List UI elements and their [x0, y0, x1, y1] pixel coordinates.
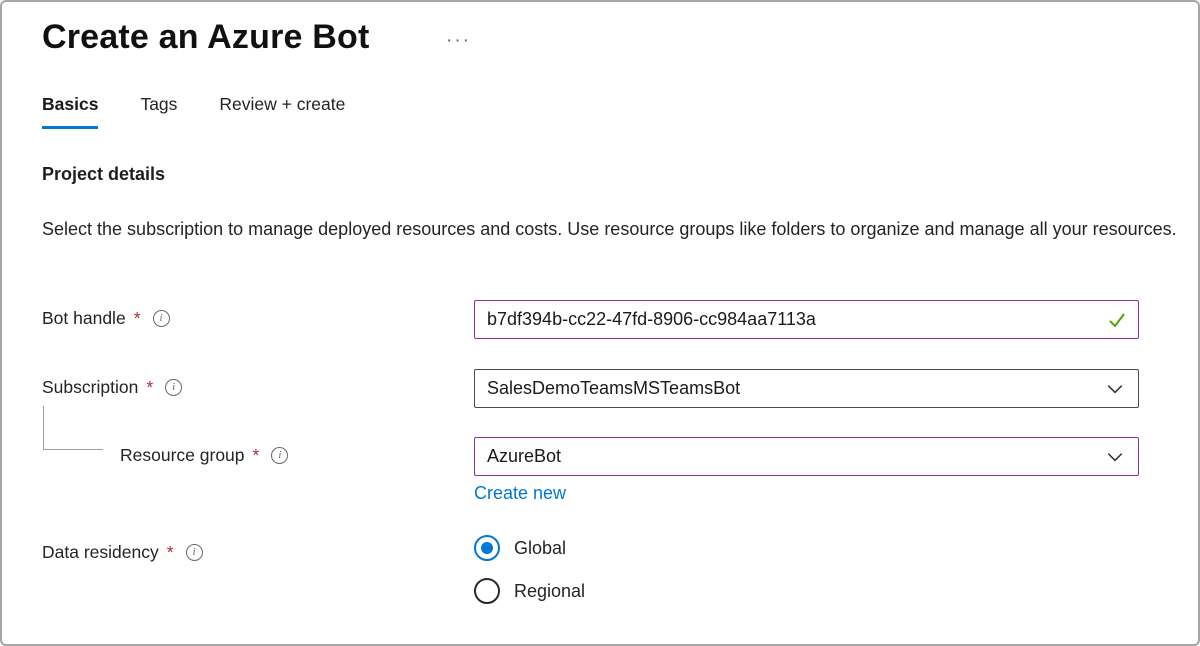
info-icon[interactable]: i — [271, 447, 288, 464]
tab-review-create[interactable]: Review + create — [219, 94, 345, 129]
section-heading-project-details: Project details — [42, 164, 165, 185]
resource-group-value: AzureBot — [487, 446, 561, 467]
info-icon[interactable]: i — [186, 544, 203, 561]
required-asterisk: * — [167, 542, 174, 563]
required-asterisk: * — [134, 308, 141, 329]
radio-regional-label: Regional — [514, 581, 585, 602]
chevron-down-icon — [1106, 448, 1124, 466]
create-new-link[interactable]: Create new — [474, 483, 566, 504]
info-icon[interactable]: i — [165, 379, 182, 396]
required-asterisk: * — [253, 445, 260, 466]
radio-unselected-icon — [474, 578, 500, 604]
page-title: Create an Azure Bot — [42, 18, 370, 57]
chevron-down-icon — [1106, 380, 1124, 398]
resource-group-dropdown[interactable]: AzureBot — [474, 437, 1139, 476]
info-icon[interactable]: i — [153, 310, 170, 327]
data-residency-label: Data residency * i — [42, 542, 203, 563]
project-details-description: Select the subscription to manage deploy… — [42, 214, 1177, 244]
tab-basics[interactable]: Basics — [42, 94, 98, 129]
data-residency-label-text: Data residency — [42, 542, 159, 563]
subscription-dropdown[interactable]: SalesDemoTeamsMSTeamsBot — [474, 369, 1139, 408]
resource-group-connector-line — [43, 406, 103, 450]
more-options-icon[interactable]: ··· — [446, 30, 471, 52]
tab-bar: Basics Tags Review + create — [42, 94, 345, 129]
subscription-label-text: Subscription — [42, 377, 138, 398]
create-azure-bot-page: Create an Azure Bot ··· Basics Tags Revi… — [0, 0, 1200, 646]
required-asterisk: * — [146, 377, 153, 398]
subscription-label: Subscription * i — [42, 377, 182, 398]
tab-tags[interactable]: Tags — [140, 94, 177, 129]
radio-global-label: Global — [514, 538, 566, 559]
bot-handle-label-text: Bot handle — [42, 308, 126, 329]
bot-handle-label: Bot handle * i — [42, 308, 170, 329]
subscription-value: SalesDemoTeamsMSTeamsBot — [487, 378, 740, 399]
radio-global[interactable]: Global — [474, 535, 566, 561]
bot-handle-field — [474, 300, 1139, 339]
resource-group-label: Resource group * i — [120, 445, 288, 466]
radio-regional[interactable]: Regional — [474, 578, 585, 604]
radio-selected-icon — [474, 535, 500, 561]
resource-group-label-text: Resource group — [120, 445, 245, 466]
bot-handle-input[interactable] — [474, 300, 1139, 339]
